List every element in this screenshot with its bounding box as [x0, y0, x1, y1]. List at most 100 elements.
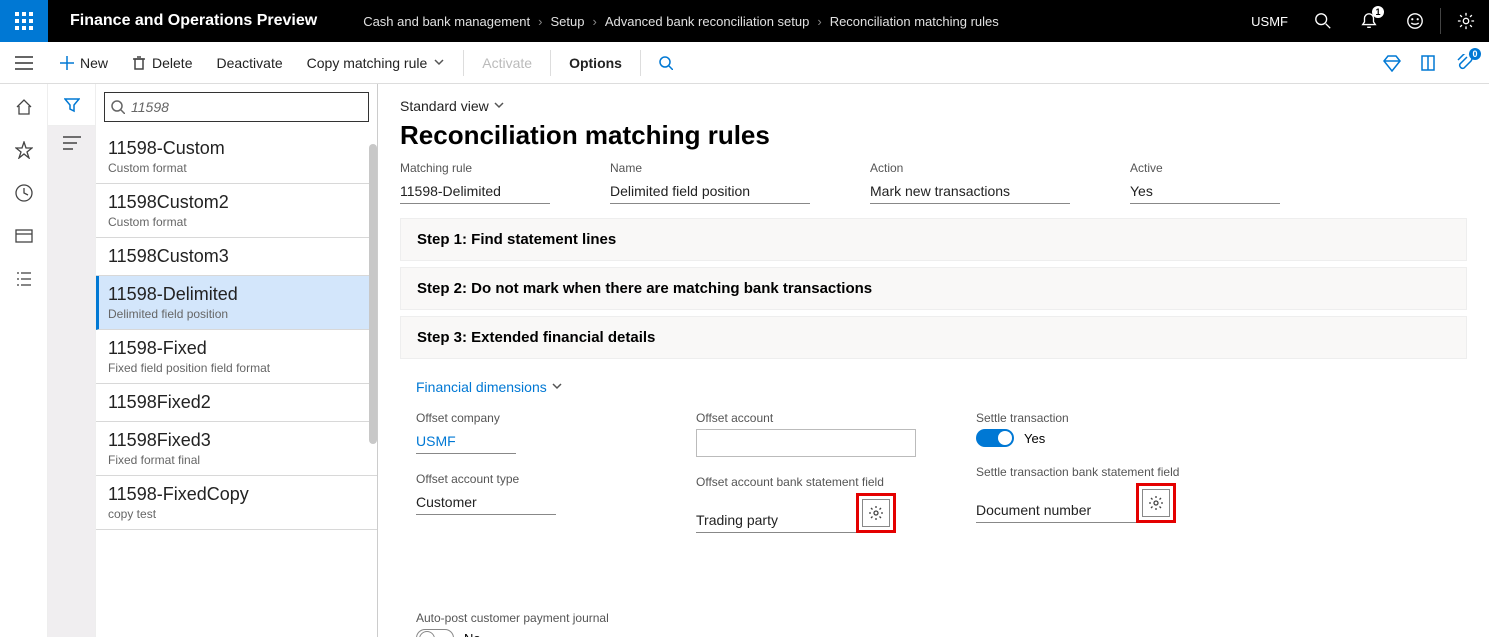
main-pane: Standard view Reconciliation matching ru… [378, 84, 1489, 637]
star-icon[interactable] [15, 141, 33, 162]
activate-button: Activate [470, 42, 544, 84]
gear-icon[interactable] [1443, 0, 1489, 42]
new-button[interactable]: New [48, 42, 120, 84]
list-item[interactable]: 11598-Fixed Fixed field position field fo… [96, 330, 377, 384]
breadcrumb: Cash and bank management › Setup › Advan… [339, 14, 1239, 29]
autopost-toggle[interactable]: No [416, 629, 636, 637]
workspace-icon[interactable] [15, 227, 33, 248]
scrollbar[interactable] [369, 144, 377, 444]
list-item-title: 11598-FixedCopy [108, 484, 365, 505]
crumb[interactable]: Reconciliation matching rules [830, 14, 999, 29]
list-item-title: 11598Fixed2 [108, 392, 365, 413]
home-icon[interactable] [15, 98, 33, 119]
action-bar: New Delete Deactivate Copy matching rule… [0, 42, 1489, 84]
attachment-badge: 0 [1469, 48, 1481, 60]
label: Offset account [696, 411, 916, 425]
label: Settle transaction [976, 411, 1196, 425]
list-item[interactable]: 11598-Delimited Delimited field position [96, 276, 377, 330]
list-item-subtitle: Custom format [108, 215, 365, 229]
filter-icon[interactable] [48, 84, 95, 126]
name-value[interactable]: Delimited field position [610, 179, 810, 204]
matching-rule-value[interactable]: 11598-Delimited [400, 179, 550, 204]
waffle-icon[interactable] [0, 0, 48, 42]
standard-view-selector[interactable]: Standard view [400, 98, 1467, 114]
list-item[interactable]: 11598Custom3 [96, 238, 377, 276]
list-item[interactable]: 11598Custom2 Custom format [96, 184, 377, 238]
search-field[interactable] [131, 99, 362, 115]
label: Action [870, 161, 1070, 175]
offset-account-type-value[interactable]: Customer [416, 490, 556, 515]
label: Offset account type [416, 472, 636, 486]
list-item-title: 11598Custom3 [108, 246, 365, 267]
crumb[interactable]: Setup [550, 14, 584, 29]
financial-dimensions-link[interactable]: Financial dimensions [416, 379, 1451, 395]
gear-icon[interactable] [1142, 489, 1170, 517]
label: Name [610, 161, 810, 175]
offset-account-input[interactable] [696, 429, 916, 457]
list-item[interactable]: 11598-FixedCopy copy test [96, 476, 377, 530]
list-item-subtitle: Fixed field position field format [108, 361, 365, 375]
offset-bsf-value[interactable]: Trading party [696, 508, 856, 533]
chevron-right-icon: › [817, 14, 821, 29]
bell-icon[interactable]: 1 [1346, 0, 1392, 42]
label: Active [1130, 161, 1280, 175]
list-item-title: 11598-Delimited [108, 284, 365, 305]
chevron-down-icon [433, 55, 445, 71]
step1-header[interactable]: Step 1: Find statement lines [400, 218, 1467, 261]
attachment-icon[interactable]: 0 [1453, 52, 1475, 74]
list-item-subtitle: Custom format [108, 161, 365, 175]
step2-header[interactable]: Step 2: Do not mark when there are match… [400, 267, 1467, 310]
highlight-box [856, 493, 896, 533]
label: Offset company [416, 411, 636, 425]
chevron-down-icon [551, 379, 563, 395]
chevron-right-icon: › [538, 14, 542, 29]
title-bar: Finance and Operations Preview Cash and … [0, 0, 1489, 42]
list-item-subtitle: Fixed format final [108, 453, 365, 467]
highlight-box [1136, 483, 1176, 523]
list-item-title: 11598-Fixed [108, 338, 365, 359]
list-lines-icon[interactable] [48, 126, 95, 637]
list-item-title: 11598Custom2 [108, 192, 365, 213]
hamburger-icon[interactable] [0, 42, 48, 84]
diamond-icon[interactable] [1381, 52, 1403, 74]
list-item-title: 11598-Custom [108, 138, 365, 159]
search-icon[interactable] [1300, 0, 1346, 42]
deactivate-button[interactable]: Deactivate [204, 42, 294, 84]
crumb[interactable]: Cash and bank management [363, 14, 530, 29]
company-code[interactable]: USMF [1239, 14, 1300, 29]
left-rail [0, 84, 48, 637]
search-input[interactable] [104, 92, 369, 122]
page-title: Reconciliation matching rules [400, 120, 1467, 151]
active-value[interactable]: Yes [1130, 179, 1280, 204]
action-value[interactable]: Mark new transactions [870, 179, 1070, 204]
offset-company-value[interactable]: USMF [416, 429, 516, 454]
label: Auto-post customer payment journal [416, 611, 636, 625]
settle-bsf-value[interactable]: Document number [976, 498, 1136, 523]
list-item[interactable]: 11598Fixed2 [96, 384, 377, 422]
list-item-subtitle: Delimited field position [108, 307, 365, 321]
clock-icon[interactable] [15, 184, 33, 205]
label: Matching rule [400, 161, 550, 175]
list-item-title: 11598Fixed3 [108, 430, 365, 451]
list-item-subtitle: copy test [108, 507, 365, 521]
options-button[interactable]: Options [557, 42, 634, 84]
label: Settle transaction bank statement field [976, 465, 1196, 479]
smile-icon[interactable] [1392, 0, 1438, 42]
list-pane: 11598-Custom Custom format 11598Custom2 Cus… [96, 84, 378, 637]
bell-badge: 1 [1372, 6, 1384, 18]
search-action-icon[interactable] [647, 42, 685, 84]
list-item[interactable]: 11598Fixed3 Fixed format final [96, 422, 377, 476]
gear-icon[interactable] [862, 499, 890, 527]
app-title: Finance and Operations Preview [48, 12, 339, 30]
list-item[interactable]: 11598-Custom Custom format [96, 130, 377, 184]
crumb[interactable]: Advanced bank reconciliation setup [605, 14, 810, 29]
step3-header[interactable]: Step 3: Extended financial details [400, 316, 1467, 359]
settle-toggle[interactable]: Yes [976, 429, 1196, 447]
book-icon[interactable] [1417, 52, 1439, 74]
copy-matching-rule-button[interactable]: Copy matching rule [295, 42, 458, 84]
delete-button[interactable]: Delete [120, 42, 204, 84]
chevron-right-icon: › [592, 14, 596, 29]
chevron-down-icon [493, 98, 505, 114]
modules-icon[interactable] [15, 270, 33, 291]
filter-column [48, 84, 96, 637]
